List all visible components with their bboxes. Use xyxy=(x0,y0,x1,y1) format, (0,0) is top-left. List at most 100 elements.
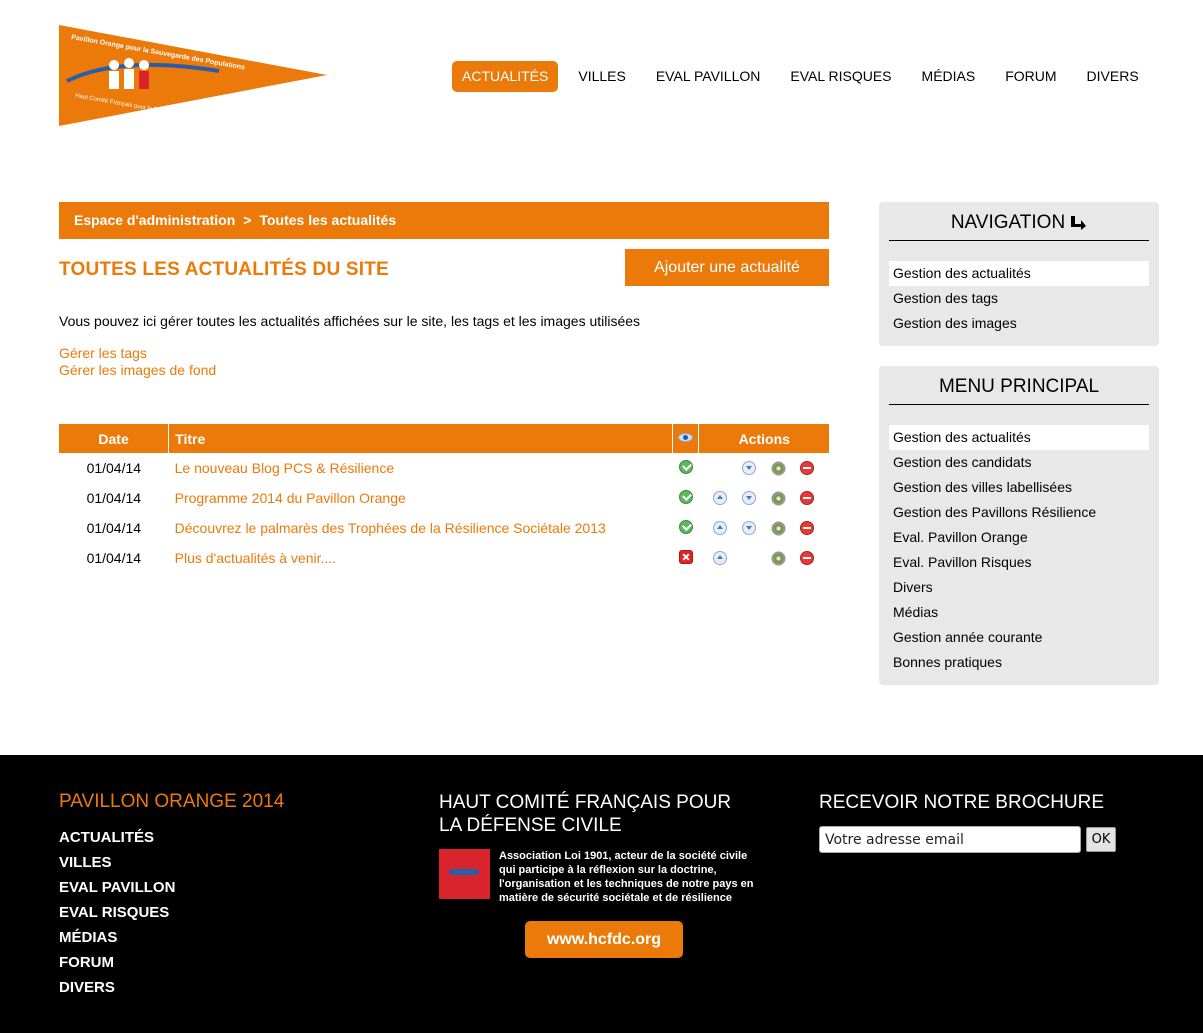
delete-icon[interactable] xyxy=(799,521,814,535)
breadcrumb-separator: > xyxy=(243,212,252,228)
footer-col2-title-line1: HAUT COMITÉ FRANÇAIS POUR xyxy=(439,792,732,813)
row-visibility xyxy=(672,513,699,543)
move-up-icon[interactable] xyxy=(712,521,727,535)
brochure-form: OK xyxy=(819,826,1116,853)
sidebar-item-gestion-actualites[interactable]: Gestion des actualités xyxy=(889,261,1149,286)
move-down-icon[interactable] xyxy=(741,461,756,475)
hcfdc-brochure-thumbnail[interactable] xyxy=(439,849,490,899)
menu-item-gestion-pavillons[interactable]: Gestion des Pavillons Résilience xyxy=(889,500,1149,525)
breadcrumb-root-link[interactable]: Espace d'administration xyxy=(74,212,235,228)
ok-button[interactable]: OK xyxy=(1086,827,1116,852)
footer-link-divers[interactable]: DIVERS xyxy=(59,975,284,1000)
footer-association-text: Association Loi 1901, acteur de la socié… xyxy=(499,850,754,904)
row-actions xyxy=(699,543,829,573)
sidebar-navigation-title: NAVIGATION xyxy=(889,202,1149,241)
delete-icon[interactable] xyxy=(799,551,814,565)
eye-icon xyxy=(678,432,694,442)
sidebar-main-menu: MENU PRINCIPAL Gestion des actualités Ge… xyxy=(879,366,1159,685)
delete-icon[interactable] xyxy=(799,461,814,475)
row-visibility xyxy=(672,453,699,483)
menu-item-medias[interactable]: Médias xyxy=(889,600,1149,625)
footer-link-actualites[interactable]: ACTUALITÉS xyxy=(59,825,284,850)
row-visibility xyxy=(672,483,699,513)
corner-arrow-icon xyxy=(1071,216,1087,230)
menu-item-eval-pavillon-risques[interactable]: Eval. Pavillon Risques xyxy=(889,550,1149,575)
table-row: 01/04/14 Découvrez le palmarès des Troph… xyxy=(59,513,829,543)
sidebar-navigation-title-text: NAVIGATION xyxy=(950,212,1066,233)
row-title: Plus d'actualités à venir.... xyxy=(169,543,673,573)
news-title-link[interactable]: Plus d'actualités à venir.... xyxy=(175,550,336,566)
footer-link-villes[interactable]: VILLES xyxy=(59,850,284,875)
sidebar-menu-title: MENU PRINCIPAL xyxy=(889,366,1149,405)
hidden-cross-icon[interactable] xyxy=(678,549,693,564)
edit-gear-icon[interactable] xyxy=(770,490,786,506)
table-row: 01/04/14 Plus d'actualités à venir.... xyxy=(59,543,829,573)
nav-eval-pavillon[interactable]: EVAL PAVILLON xyxy=(646,61,771,92)
table-header-row: Date Titre Actions xyxy=(59,424,829,453)
move-down-icon[interactable] xyxy=(741,491,756,505)
footer: PAVILLON ORANGE 2014 ACTUALITÉS VILLES E… xyxy=(0,755,1203,1033)
edit-gear-icon[interactable] xyxy=(770,520,786,536)
news-table: Date Titre Actions 01/04/14 Le nouveau B… xyxy=(59,424,829,573)
column-header-title: Titre xyxy=(168,424,673,453)
visible-check-icon[interactable] xyxy=(678,489,693,504)
menu-item-bonnes-pratiques[interactable]: Bonnes pratiques xyxy=(889,650,1149,675)
column-header-actions: Actions xyxy=(698,424,829,453)
row-date: 01/04/14 xyxy=(86,520,142,536)
menu-item-gestion-actualites[interactable]: Gestion des actualités xyxy=(889,425,1149,450)
menu-item-gestion-candidats[interactable]: Gestion des candidats xyxy=(889,450,1149,475)
row-actions xyxy=(699,513,829,543)
footer-link-eval-pavillon[interactable]: EVAL PAVILLON xyxy=(59,875,284,900)
page-title: TOUTES LES ACTUALITÉS DU SITE xyxy=(59,259,389,280)
row-title: Le nouveau Blog PCS & Résilience xyxy=(169,453,673,483)
breadcrumb: Espace d'administration > Toutes les actua… xyxy=(59,202,829,239)
column-header-visibility xyxy=(672,424,700,453)
sidebar-item-gestion-images[interactable]: Gestion des images xyxy=(889,311,1149,336)
table-row: 01/04/14 Le nouveau Blog PCS & Résilienc… xyxy=(59,453,829,483)
visible-check-icon[interactable] xyxy=(678,459,693,474)
nav-actualites[interactable]: ACTUALITÉS xyxy=(452,61,559,92)
row-title: Programme 2014 du Pavillon Orange xyxy=(169,483,673,513)
manage-background-images-link[interactable]: Gérer les images de fond xyxy=(59,362,216,379)
breadcrumb-current: Toutes les actualités xyxy=(259,212,397,228)
row-date: 01/04/14 xyxy=(86,550,142,566)
edit-gear-icon[interactable] xyxy=(770,550,786,566)
footer-association: Association Loi 1901, acteur de la socié… xyxy=(439,849,769,905)
menu-item-gestion-villes[interactable]: Gestion des villes labellisées xyxy=(889,475,1149,500)
hcfdc-website-button[interactable]: www.hcfdc.org xyxy=(525,921,683,958)
column-header-date: Date xyxy=(59,424,170,453)
row-title: Découvrez le palmarès des Trophées de la… xyxy=(169,513,673,543)
footer-link-forum[interactable]: FORUM xyxy=(59,950,284,975)
footer-col2-title-line2: LA DÉFENSE CIVILE xyxy=(439,815,622,836)
news-title-link[interactable]: Découvrez le palmarès des Trophées de la… xyxy=(175,520,606,536)
sidebar-navigation: NAVIGATION Gestion des actualités Gestio… xyxy=(879,202,1159,346)
manage-links: Gérer les tags Gérer les images de fond xyxy=(59,345,216,379)
menu-item-annee-courante[interactable]: Gestion année courante xyxy=(889,625,1149,650)
move-up-icon[interactable] xyxy=(712,551,727,565)
email-input[interactable] xyxy=(819,826,1081,853)
row-visibility xyxy=(672,543,699,573)
visible-check-icon[interactable] xyxy=(678,519,693,534)
sidebar-item-gestion-tags[interactable]: Gestion des tags xyxy=(889,286,1149,311)
footer-link-eval-risques[interactable]: EVAL RISQUES xyxy=(59,900,284,925)
delete-icon[interactable] xyxy=(799,491,814,505)
menu-item-eval-pavillon-orange[interactable]: Eval. Pavillon Orange xyxy=(889,525,1149,550)
nav-medias[interactable]: MÉDIAS xyxy=(912,61,986,92)
move-up-icon[interactable] xyxy=(712,491,727,505)
news-title-link[interactable]: Le nouveau Blog PCS & Résilience xyxy=(175,460,394,476)
menu-item-divers[interactable]: Divers xyxy=(889,575,1149,600)
row-actions xyxy=(699,453,829,483)
edit-gear-icon[interactable] xyxy=(770,460,786,476)
footer-link-medias[interactable]: MÉDIAS xyxy=(59,925,284,950)
nav-divers[interactable]: DIVERS xyxy=(1077,61,1149,92)
add-news-button[interactable]: Ajouter une actualité xyxy=(625,249,829,286)
news-title-link[interactable]: Programme 2014 du Pavillon Orange xyxy=(175,490,406,506)
nav-villes[interactable]: VILLES xyxy=(568,61,635,92)
nav-eval-risques[interactable]: EVAL RISQUES xyxy=(780,61,901,92)
pavillon-orange-logo[interactable]: Pavillon Orange pour la Sauvegarde des P… xyxy=(59,25,327,126)
footer-site-links: PAVILLON ORANGE 2014 ACTUALITÉS VILLES E… xyxy=(59,791,284,1000)
row-date: 01/04/14 xyxy=(86,490,142,506)
nav-forum[interactable]: FORUM xyxy=(995,61,1066,92)
manage-tags-link[interactable]: Gérer les tags xyxy=(59,345,216,362)
move-down-icon[interactable] xyxy=(741,521,756,535)
